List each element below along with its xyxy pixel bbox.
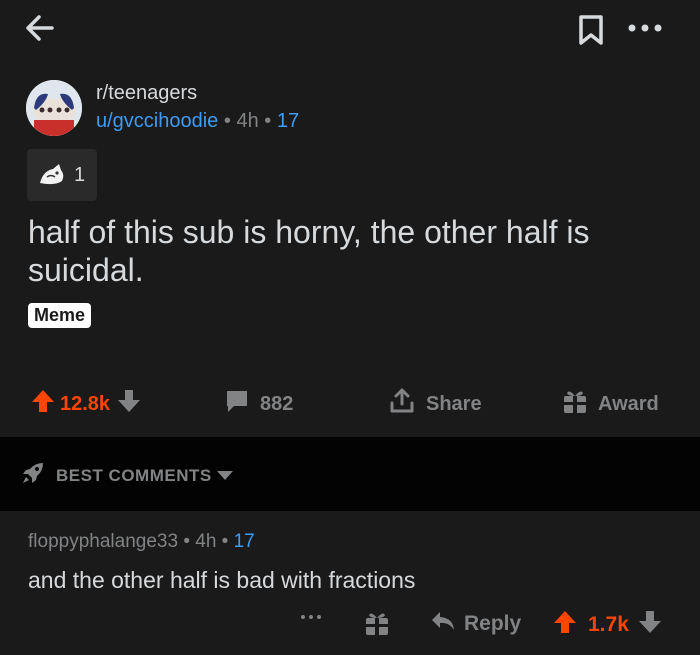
downvote-icon[interactable] bbox=[116, 388, 142, 420]
post-award-count[interactable]: 17 bbox=[277, 110, 299, 132]
post-meta: u/gvccihoodie • 4h • 17 bbox=[96, 110, 299, 133]
award-chip[interactable]: 1 bbox=[27, 149, 97, 201]
upvote-icon[interactable] bbox=[30, 388, 56, 420]
subreddit-avatar[interactable] bbox=[26, 80, 82, 136]
share-icon bbox=[388, 387, 416, 421]
reply-label: Reply bbox=[464, 612, 522, 635]
gift-icon bbox=[562, 387, 588, 421]
post-author[interactable]: u/gvccihoodie bbox=[96, 110, 218, 132]
comment-upvote-icon[interactable] bbox=[552, 609, 578, 641]
meta-separator: • bbox=[221, 531, 229, 552]
subreddit-name[interactable]: r/teenagers bbox=[96, 82, 197, 105]
comment-meta: floppyphalange33 • 4h • 17 bbox=[28, 531, 255, 553]
back-arrow-icon[interactable] bbox=[22, 10, 58, 46]
share-button[interactable]: Share bbox=[388, 388, 482, 420]
more-options-icon[interactable] bbox=[626, 18, 664, 38]
comment-award-count[interactable]: 17 bbox=[234, 531, 255, 552]
reply-button[interactable]: Reply bbox=[430, 609, 521, 639]
comment-time: 4h bbox=[195, 531, 217, 552]
award-button[interactable]: Award bbox=[562, 388, 659, 420]
reply-icon bbox=[430, 609, 456, 639]
comment-gift-icon[interactable] bbox=[364, 609, 390, 637]
comment-bubble-icon bbox=[224, 388, 250, 420]
post-title: half of this sub is horny, the other hal… bbox=[28, 214, 590, 288]
share-label: Share bbox=[426, 392, 482, 415]
award-label: Award bbox=[598, 392, 659, 415]
comment-count: 882 bbox=[260, 392, 294, 415]
comment-author[interactable]: floppyphalange33 bbox=[28, 531, 178, 552]
award-icon bbox=[37, 161, 67, 192]
comments-button[interactable]: 882 bbox=[224, 388, 293, 420]
bookmark-icon[interactable] bbox=[576, 14, 606, 46]
rocket-icon bbox=[20, 460, 46, 491]
meta-separator: • bbox=[183, 531, 190, 552]
meta-separator: • bbox=[264, 110, 272, 132]
caret-down-icon bbox=[216, 466, 234, 486]
comment-vote-count: 1.7k bbox=[588, 613, 629, 636]
post-flair[interactable]: Meme bbox=[28, 303, 92, 328]
comment-downvote-icon[interactable] bbox=[637, 609, 663, 641]
post-vote-bar: 12.8k bbox=[30, 388, 142, 420]
comment-body: and the other half is bad with fractions bbox=[28, 567, 416, 593]
comment-more-icon[interactable] bbox=[300, 612, 322, 622]
post-time: 4h bbox=[236, 110, 259, 132]
sort-label: BEST COMMENTS bbox=[56, 465, 212, 485]
comment-sort-dropdown[interactable]: BEST COMMENTS bbox=[20, 460, 234, 491]
meta-separator: • bbox=[223, 110, 231, 132]
post-vote-count: 12.8k bbox=[60, 392, 111, 415]
award-chip-count: 1 bbox=[74, 164, 86, 186]
comment-vote-bar: 1.7k bbox=[552, 609, 663, 641]
